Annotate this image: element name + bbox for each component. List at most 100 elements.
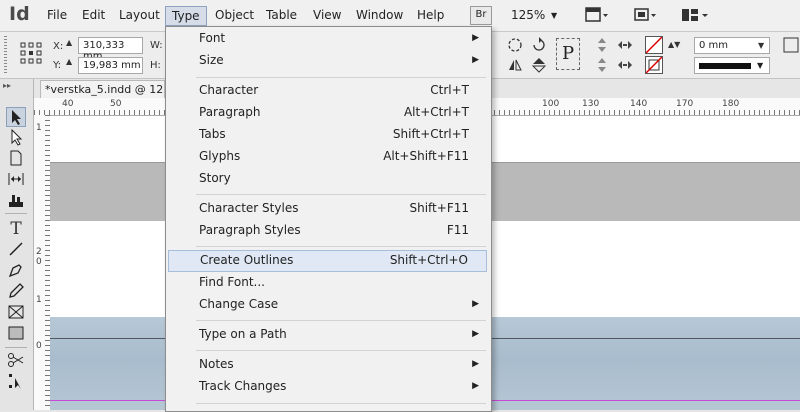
menu-item-label: Glyphs	[199, 149, 241, 163]
menu-item-story[interactable]: Story	[166, 168, 489, 190]
menu-item-create-outlines[interactable]: Create Outlines Shift+Ctrl+O	[168, 250, 487, 272]
menu-item-type-on-a-path[interactable]: Type on a Path ▶	[166, 324, 489, 346]
y-stepper-icon[interactable]: ▲	[66, 57, 72, 66]
zoom-level[interactable]: 125%	[511, 8, 545, 22]
distribute-v-icon[interactable]	[616, 56, 634, 74]
y-field[interactable]: 19,983 mm	[78, 57, 143, 74]
menu-item-shortcut: F11	[446, 223, 469, 237]
menu-separator	[196, 194, 486, 195]
menu-item-character-styles[interactable]: Character Styles Shift+F11	[166, 198, 489, 220]
collapse-icon[interactable]: ▸▸	[3, 81, 11, 90]
fill-swatch-icon[interactable]	[645, 36, 663, 54]
selection-tool-icon[interactable]	[6, 107, 26, 127]
menu-separator	[196, 403, 486, 404]
menu-object[interactable]: Object	[215, 8, 254, 22]
menu-type[interactable]: Type	[165, 6, 207, 26]
menu-item-label: Type on a Path	[199, 327, 287, 341]
submenu-arrow-icon: ▶	[472, 381, 479, 391]
submenu-arrow-icon: ▶	[472, 299, 479, 309]
menu-edit[interactable]: Edit	[82, 8, 105, 22]
align-middle-icon[interactable]	[593, 56, 611, 74]
tools-panel: ▸▸ T	[0, 79, 34, 410]
reference-point-icon[interactable]	[20, 42, 42, 64]
direct-selection-tool-icon[interactable]	[6, 128, 26, 148]
effects-icon[interactable]	[782, 36, 800, 54]
ruler-label: 2	[36, 247, 42, 257]
menu-item-change-case[interactable]: Change Case ▶	[166, 294, 489, 316]
x-stepper-icon[interactable]: ▲	[66, 38, 72, 47]
align-top-icon[interactable]	[593, 36, 611, 54]
paragraph-icon[interactable]: P	[556, 38, 580, 70]
stroke-type-select[interactable]: ▼	[694, 57, 770, 74]
pen-tool-icon[interactable]	[6, 261, 26, 281]
stroke-stepper-icon[interactable]: ▲▼	[668, 40, 680, 49]
menu-item-font[interactable]: Font ▶	[166, 28, 489, 50]
menu-window[interactable]: Window	[356, 8, 403, 22]
x-field[interactable]: 310,333 mm	[78, 37, 143, 62]
menu-separator	[196, 77, 486, 78]
menu-item-shortcut: Shift+F11	[409, 201, 469, 215]
flip-horizontal-icon[interactable]	[506, 56, 524, 74]
pencil-tool-icon[interactable]	[6, 282, 26, 302]
submenu-arrow-icon: ▶	[472, 55, 479, 65]
menu-item-character[interactable]: Character Ctrl+T	[166, 80, 489, 102]
ruler-label: 100	[542, 99, 560, 109]
menu-item-shortcut: Ctrl+T	[430, 83, 469, 97]
document-tab[interactable]: *verstka_5.indd @ 125%	[40, 80, 165, 98]
page-tool-icon[interactable]	[6, 149, 26, 169]
menu-item-size[interactable]: Size ▶	[166, 50, 489, 72]
rectangle-frame-tool-icon[interactable]	[6, 303, 26, 323]
menu-item-find-font[interactable]: Find Font...	[166, 272, 489, 294]
stroke-type-dropdown-icon[interactable]: ▼	[757, 61, 763, 70]
tools-divider-2	[5, 347, 27, 348]
rotate-ccw-icon[interactable]	[530, 36, 548, 54]
menu-item-label: Create Outlines	[200, 253, 294, 267]
menu-item-notes[interactable]: Notes ▶	[166, 354, 489, 376]
stroke-swatch-icon[interactable]	[645, 56, 663, 74]
gap-tool-icon[interactable]	[6, 170, 26, 190]
menu-item-tabs[interactable]: Tabs Shift+Ctrl+T	[166, 124, 489, 146]
content-collector-icon[interactable]	[6, 191, 26, 211]
zoom-dropdown-icon[interactable]: ▼	[551, 11, 557, 20]
menu-item-track-changes[interactable]: Track Changes ▶	[166, 376, 489, 398]
ruler-label: 0	[36, 341, 42, 351]
menu-item-paragraph[interactable]: Paragraph Alt+Ctrl+T	[166, 102, 489, 124]
bridge-button[interactable]: Br	[470, 6, 492, 25]
type-menu-dropdown: Font ▶ Size ▶ Character Ctrl+T Paragraph Alt…	[165, 26, 492, 412]
menu-item-paragraph-styles[interactable]: Paragraph Styles F11	[166, 220, 489, 242]
menu-item-shortcut: Shift+Ctrl+T	[392, 127, 469, 141]
menu-layout[interactable]: Layout	[119, 8, 160, 22]
flip-vertical-icon[interactable]	[530, 56, 548, 74]
panel-grip-icon[interactable]	[4, 36, 7, 74]
y-label: Y:	[53, 60, 62, 71]
ruler-label: 40	[62, 99, 74, 109]
line-tool-icon[interactable]	[6, 240, 26, 260]
menu-separator	[196, 320, 486, 321]
menu-table[interactable]: Table	[266, 8, 297, 22]
vertical-ruler[interactable]: 1 2 0 1 0	[34, 115, 51, 410]
free-transform-tool-icon[interactable]	[6, 372, 26, 392]
indesign-logo: Id	[9, 3, 30, 25]
stroke-type-preview	[699, 63, 751, 69]
menu-help[interactable]: Help	[417, 8, 444, 22]
menu-file[interactable]: File	[47, 8, 67, 22]
distribute-h-icon[interactable]	[616, 36, 634, 54]
rotate-cw-icon[interactable]	[506, 36, 524, 54]
view-options-icon[interactable]	[585, 6, 609, 24]
ruler-label: 1	[36, 123, 42, 133]
submenu-arrow-icon: ▶	[472, 329, 479, 339]
menu-item-glyphs[interactable]: Glyphs Alt+Shift+F11	[166, 146, 489, 168]
h-label: H:	[150, 60, 161, 71]
type-tool-icon[interactable]: T	[6, 219, 26, 239]
menu-item-label: Character	[199, 83, 259, 97]
ruler-label: 170	[676, 99, 694, 109]
rectangle-tool-icon[interactable]	[6, 324, 26, 344]
menu-item-label: Change Case	[199, 297, 279, 311]
arrange-documents-icon[interactable]	[680, 6, 710, 24]
menu-item-shortcut: Alt+Ctrl+T	[403, 105, 469, 119]
menu-item-label: Character Styles	[199, 201, 299, 215]
menu-view[interactable]: View	[313, 8, 341, 22]
screen-mode-icon[interactable]	[633, 6, 657, 24]
stroke-weight-dropdown-icon[interactable]: ▼	[758, 41, 764, 50]
scissors-tool-icon[interactable]	[6, 351, 26, 371]
